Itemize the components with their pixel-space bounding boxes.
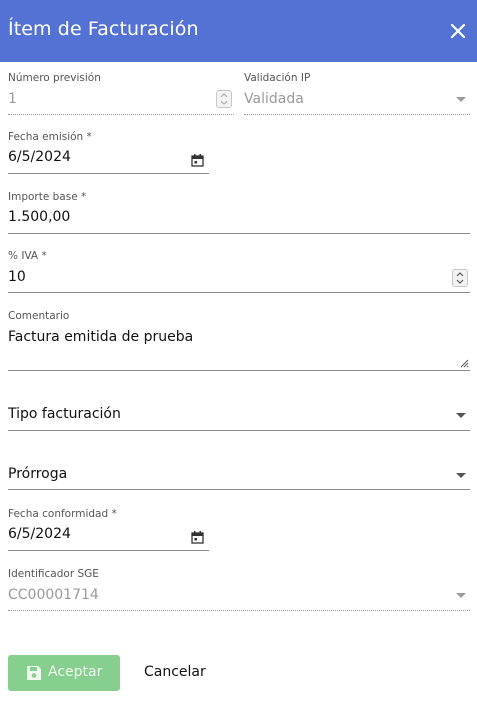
calendar-icon[interactable] <box>191 154 204 167</box>
numero-prevision-label: Número previsión <box>8 72 101 84</box>
fecha-emision-label: Fecha emisión * <box>8 131 92 143</box>
close-icon[interactable] <box>447 20 469 42</box>
fecha-emision-field[interactable]: Fecha emisión * 6/5/2024 <box>8 131 209 175</box>
fecha-conformidad-value: 6/5/2024 <box>8 526 71 542</box>
dialog-header: Ítem de Facturación <box>0 0 477 62</box>
comentario-label: Comentario <box>8 310 70 322</box>
importe-base-label: Importe base * <box>8 191 87 203</box>
iva-field[interactable]: % IVA * 10 <box>8 250 470 294</box>
save-icon <box>27 666 41 680</box>
cancel-button[interactable]: Cancelar <box>144 664 206 680</box>
dialog-title: Ítem de Facturación <box>8 18 199 40</box>
fecha-conformidad-field[interactable]: Fecha conformidad * 6/5/2024 <box>8 508 209 552</box>
iva-underline <box>8 292 470 293</box>
chevron-down-icon <box>456 473 466 478</box>
importe-base-underline <box>8 233 470 234</box>
fecha-conformidad-label: Fecha conformidad * <box>8 508 117 520</box>
spinner-icon <box>216 90 232 108</box>
validacion-ip-field[interactable]: Validación IP Validada <box>244 72 470 116</box>
tipo-facturacion-underline <box>8 430 470 431</box>
tipo-facturacion-placeholder: Tipo facturación <box>8 406 121 422</box>
chevron-down-icon <box>456 97 466 102</box>
validacion-ip-underline <box>244 114 470 115</box>
tipo-facturacion-select[interactable]: Tipo facturación <box>8 400 470 432</box>
prorroga-placeholder: Prórroga <box>8 466 68 482</box>
prorroga-underline <box>8 489 470 490</box>
identificador-sge-field[interactable]: Identificador SGE CC00001714 <box>8 568 470 612</box>
validacion-ip-label: Validación IP <box>244 72 311 84</box>
chevron-down-icon <box>456 593 466 598</box>
accept-button[interactable]: Aceptar <box>8 655 120 691</box>
identificador-sge-underline <box>8 610 470 611</box>
numero-prevision-value: 1 <box>8 91 17 107</box>
comentario-value: Factura emitida de prueba <box>8 329 194 345</box>
comentario-field[interactable]: Comentario Factura emitida de prueba <box>8 310 470 372</box>
prorroga-select[interactable]: Prórroga <box>8 460 470 492</box>
iva-value: 10 <box>8 269 26 285</box>
fecha-emision-underline <box>8 173 209 174</box>
comentario-underline <box>8 370 470 371</box>
numero-prevision-underline <box>8 114 234 115</box>
numero-prevision-field[interactable]: Número previsión 1 <box>8 72 234 116</box>
importe-base-field[interactable]: Importe base * 1.500,00 <box>8 191 470 235</box>
iva-label: % IVA * <box>8 250 47 262</box>
identificador-sge-value: CC00001714 <box>8 587 99 603</box>
accept-label: Aceptar <box>48 664 103 680</box>
validacion-ip-value: Validada <box>244 91 304 107</box>
billing-item-dialog: Ítem de Facturación Número previsión 1 V… <box>0 0 477 710</box>
calendar-icon[interactable] <box>191 531 204 544</box>
spinner-icon[interactable] <box>452 269 468 287</box>
fecha-conformidad-underline <box>8 550 209 551</box>
resize-handle-icon[interactable] <box>459 358 469 368</box>
importe-base-value: 1.500,00 <box>8 209 71 225</box>
chevron-down-icon <box>456 413 466 418</box>
fecha-emision-value: 6/5/2024 <box>8 149 71 165</box>
identificador-sge-label: Identificador SGE <box>8 568 99 580</box>
